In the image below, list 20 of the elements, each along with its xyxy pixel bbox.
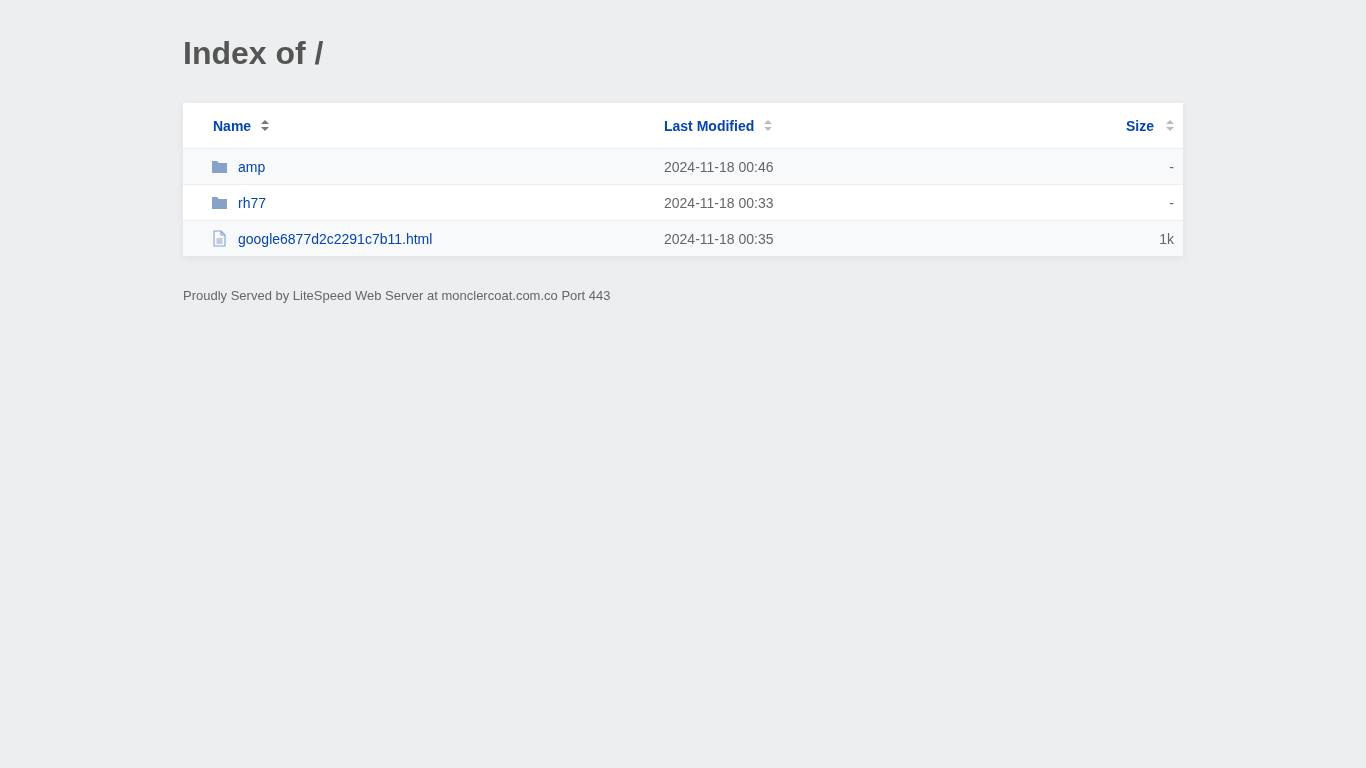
column-header-link[interactable]: Size <box>1126 117 1154 134</box>
page-title: Index of / <box>183 34 325 73</box>
folder-icon <box>211 194 228 211</box>
column-header-link[interactable]: Name <box>213 117 252 134</box>
file-size: - <box>1168 158 1175 175</box>
folder-icon <box>211 158 228 175</box>
column-header-link[interactable]: Last Modified <box>664 117 755 134</box>
file-size: 1k <box>1158 230 1175 247</box>
sort-icon[interactable] <box>764 120 773 131</box>
sort-icon[interactable] <box>1166 120 1174 131</box>
file-link[interactable]: amp <box>238 158 266 175</box>
file-size: - <box>1168 194 1175 211</box>
file-link[interactable]: google6877d2c2291c7b11.html <box>238 230 433 247</box>
modified-date: 2024-11-18 00:46 <box>664 158 775 175</box>
sort-icon[interactable] <box>261 120 270 131</box>
file-link[interactable]: rh77 <box>238 194 267 211</box>
document-icon <box>211 230 228 247</box>
modified-date: 2024-11-18 00:35 <box>664 230 775 247</box>
modified-date: 2024-11-18 00:33 <box>664 194 775 211</box>
server-footer: Proudly Served by LiteSpeed Web Server at monclercoat.com.co Port 443 <box>183 288 1183 303</box>
